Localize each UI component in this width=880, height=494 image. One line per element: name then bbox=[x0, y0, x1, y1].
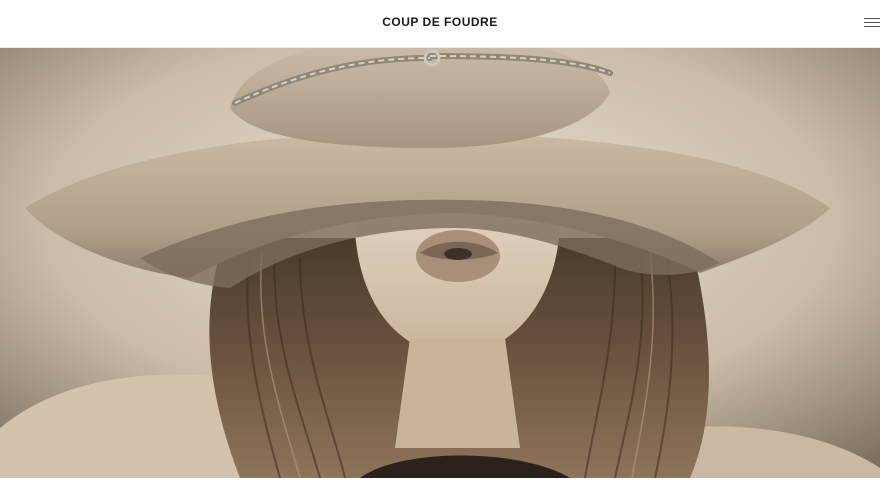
hamburger-menu-icon[interactable] bbox=[864, 14, 880, 32]
menu-line bbox=[864, 26, 880, 27]
menu-line bbox=[864, 18, 880, 19]
site-header: COUP DE FOUDRE bbox=[0, 0, 880, 48]
menu-line bbox=[864, 22, 880, 23]
page-bottom-margin bbox=[0, 478, 880, 494]
hero-portrait-illustration bbox=[0, 48, 880, 478]
hero-image bbox=[0, 48, 880, 478]
brand-logo-link[interactable]: COUP DE FOUDRE bbox=[0, 15, 880, 29]
